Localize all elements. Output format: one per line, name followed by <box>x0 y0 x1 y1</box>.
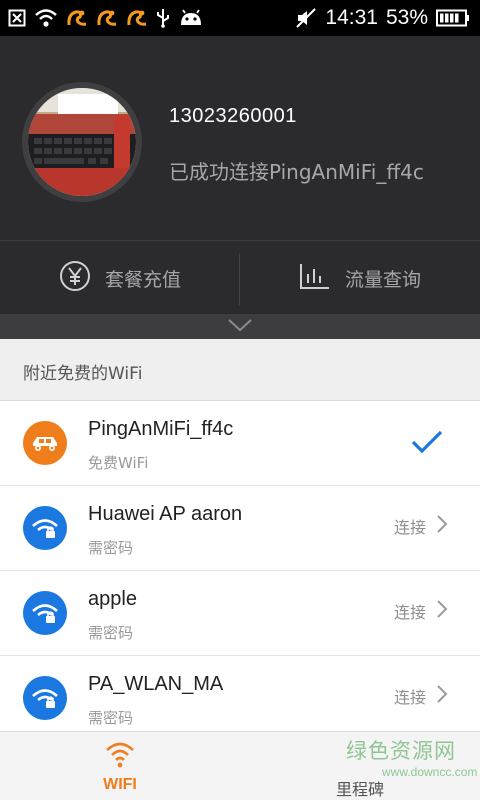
wifi-name: Huawei AP aaron <box>88 503 243 525</box>
chevron-right-icon <box>436 684 448 708</box>
tab-milestone-label: 里程碑 <box>335 780 384 799</box>
usb-icon <box>156 7 170 29</box>
wifi-subtitle: 需密码 <box>88 539 134 557</box>
close-box-icon <box>8 7 26 29</box>
connect-label: 连接 <box>393 603 426 622</box>
wifi-subtitle: 需密码 <box>88 624 134 642</box>
wifi-lock-icon <box>23 591 67 635</box>
profile-header: 13023260001 已成功连接PingAnMiFi_ff4c <box>0 36 480 240</box>
connect-button[interactable]: 连接 <box>394 684 448 708</box>
squirrel-app-icon <box>66 7 88 29</box>
wifi-icon <box>34 7 58 29</box>
status-time: 14:31 <box>325 6 378 29</box>
chevron-right-icon <box>436 599 448 623</box>
wifi-tab-icon <box>104 738 136 774</box>
tab-wifi[interactable]: WIFI <box>0 732 240 800</box>
bar-chart-icon <box>299 261 331 296</box>
squirrel-app-icon <box>96 7 118 29</box>
squirrel-app-icon <box>126 7 148 29</box>
mute-icon <box>295 7 317 29</box>
tab-milestone[interactable]: 里程碑 <box>240 732 480 800</box>
status-bar-right: 14:31 53% <box>295 6 470 30</box>
avatar[interactable] <box>22 82 142 202</box>
traffic-query-label: 流量查询 <box>344 268 421 291</box>
section-header: 附近免费的WiFi <box>0 339 480 401</box>
wifi-name: apple <box>88 588 137 610</box>
phone-number: 13023260001 <box>169 105 297 127</box>
connect-button[interactable]: 连接 <box>394 514 448 538</box>
wifi-list: PingAnMiFi_ff4c 免费WiFi Huawei AP aaron 需… <box>0 401 480 731</box>
list-item[interactable]: PingAnMiFi_ff4c 免费WiFi <box>0 401 480 486</box>
recharge-label: 套餐充值 <box>104 268 181 291</box>
connect-label: 连接 <box>393 518 426 537</box>
car-icon <box>23 421 67 465</box>
wifi-name: PingAnMiFi_ff4c <box>88 418 234 440</box>
yen-circle-icon <box>59 260 91 297</box>
wifi-lock-icon <box>23 676 67 720</box>
tab-wifi-label: WIFI <box>103 776 137 793</box>
wifi-lock-icon <box>23 506 67 550</box>
check-icon <box>410 429 444 459</box>
wifi-subtitle: 免费WiFi <box>88 454 149 472</box>
recharge-button[interactable]: 套餐充值 <box>0 241 240 315</box>
android-icon <box>178 7 204 29</box>
status-bar-left <box>8 6 204 30</box>
battery-icon <box>436 7 470 29</box>
wifi-subtitle: 需密码 <box>88 709 134 727</box>
chevron-down-icon <box>227 317 253 336</box>
connection-status: 已成功连接PingAnMiFi_ff4c <box>169 160 424 184</box>
traffic-query-button[interactable]: 流量查询 <box>240 241 480 315</box>
status-bar: 14:31 53% <box>0 0 480 36</box>
connect-button[interactable]: 连接 <box>394 599 448 623</box>
wifi-name: PA_WLAN_MA <box>88 673 224 695</box>
bottom-nav: WIFI 里程碑 <box>0 731 480 800</box>
chevron-right-icon <box>436 514 448 538</box>
list-item[interactable]: apple 需密码 连接 <box>0 571 480 656</box>
connect-label: 连接 <box>393 688 426 707</box>
battery-percent: 53% <box>385 6 428 29</box>
list-item[interactable]: PA_WLAN_MA 需密码 连接 <box>0 656 480 731</box>
list-item[interactable]: Huawei AP aaron 需密码 连接 <box>0 486 480 571</box>
collapse-toggle[interactable] <box>0 314 480 339</box>
action-bar: 套餐充值 流量查询 <box>0 240 480 314</box>
section-title: 附近免费的WiFi <box>23 364 143 384</box>
